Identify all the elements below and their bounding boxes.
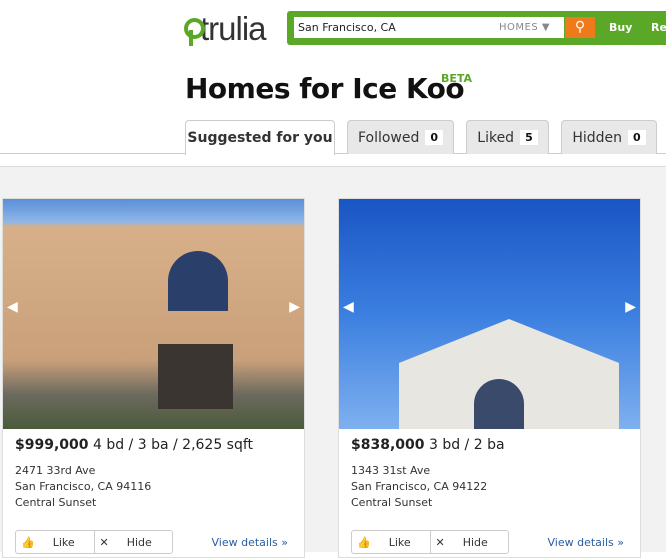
prev-photo-arrow-icon[interactable]: ◀	[343, 299, 354, 315]
search-button[interactable]: ⚲	[565, 17, 595, 38]
window-image	[474, 379, 524, 429]
listing-card: ◀ ▶ $999,000 4 bd / 3 ba / 2,625 sqft 24…	[2, 198, 305, 558]
page-title: Homes for Ice Koo	[185, 72, 465, 105]
close-icon: ✕	[99, 535, 109, 549]
search-icon: ⚲	[574, 19, 586, 35]
listing-address: 2471 33rd Ave San Francisco, CA 94116 Cent…	[15, 464, 152, 509]
window-image	[168, 251, 228, 311]
next-photo-arrow-icon[interactable]: ▶	[625, 299, 636, 315]
count-badge: 0	[628, 130, 646, 145]
action-buttons: 👍 Like ✕ Hide	[351, 530, 509, 554]
like-button[interactable]: 👍 Like	[16, 531, 94, 553]
map-pin-icon	[184, 18, 205, 48]
listing-price: $838,000 3 bd / 2 ba	[351, 437, 505, 453]
close-icon: ✕	[435, 535, 445, 549]
tab-followed[interactable]: Followed 0	[347, 120, 454, 154]
count-badge: 0	[425, 130, 444, 145]
like-button[interactable]: 👍 Like	[352, 531, 430, 553]
listing-photo[interactable]: ◀ ▶	[3, 199, 304, 429]
search-bar: HOMES ▼ ⚲ Buy Re	[287, 11, 666, 45]
beta-badge: BETA	[441, 72, 473, 85]
tab-hidden[interactable]: Hidden 0	[561, 120, 657, 154]
hide-button[interactable]: ✕ Hide	[429, 531, 509, 553]
next-photo-arrow-icon[interactable]: ▶	[289, 299, 300, 315]
tab-suggested[interactable]: Suggested for you	[185, 120, 335, 155]
action-buttons: 👍 Like ✕ Hide	[15, 530, 173, 554]
prev-photo-arrow-icon[interactable]: ◀	[7, 299, 18, 315]
trulia-logo[interactable]: trulia	[184, 10, 267, 48]
tab-bar: Suggested for you Followed 0 Liked 5 Hidde…	[0, 120, 666, 155]
listing-card: ◀ ▶ $838,000 3 bd / 2 ba 1343 31st Ave Sa…	[338, 198, 641, 558]
garage-image	[158, 344, 233, 409]
view-details-link[interactable]: View details »	[548, 536, 624, 549]
listing-photo[interactable]: ◀ ▶	[339, 199, 640, 429]
listing-address: 1343 31st Ave San Francisco, CA 94122 Cent…	[351, 464, 488, 509]
search-type-dropdown[interactable]: HOMES ▼	[499, 22, 550, 33]
listing-price: $999,000 4 bd / 3 ba / 2,625 sqft	[15, 437, 254, 453]
hide-button[interactable]: ✕ Hide	[93, 531, 173, 553]
nav-buy[interactable]: Buy	[609, 21, 632, 34]
listings-area: ◀ ▶ $999,000 4 bd / 3 ba / 2,625 sqft 24…	[0, 166, 666, 558]
nav-rent[interactable]: Re	[651, 21, 666, 34]
thumbs-up-icon: 👍	[357, 535, 371, 549]
count-badge: 5	[520, 130, 538, 145]
tab-liked[interactable]: Liked 5	[466, 120, 549, 154]
view-details-link[interactable]: View details »	[212, 536, 288, 549]
thumbs-up-icon: 👍	[21, 535, 35, 549]
